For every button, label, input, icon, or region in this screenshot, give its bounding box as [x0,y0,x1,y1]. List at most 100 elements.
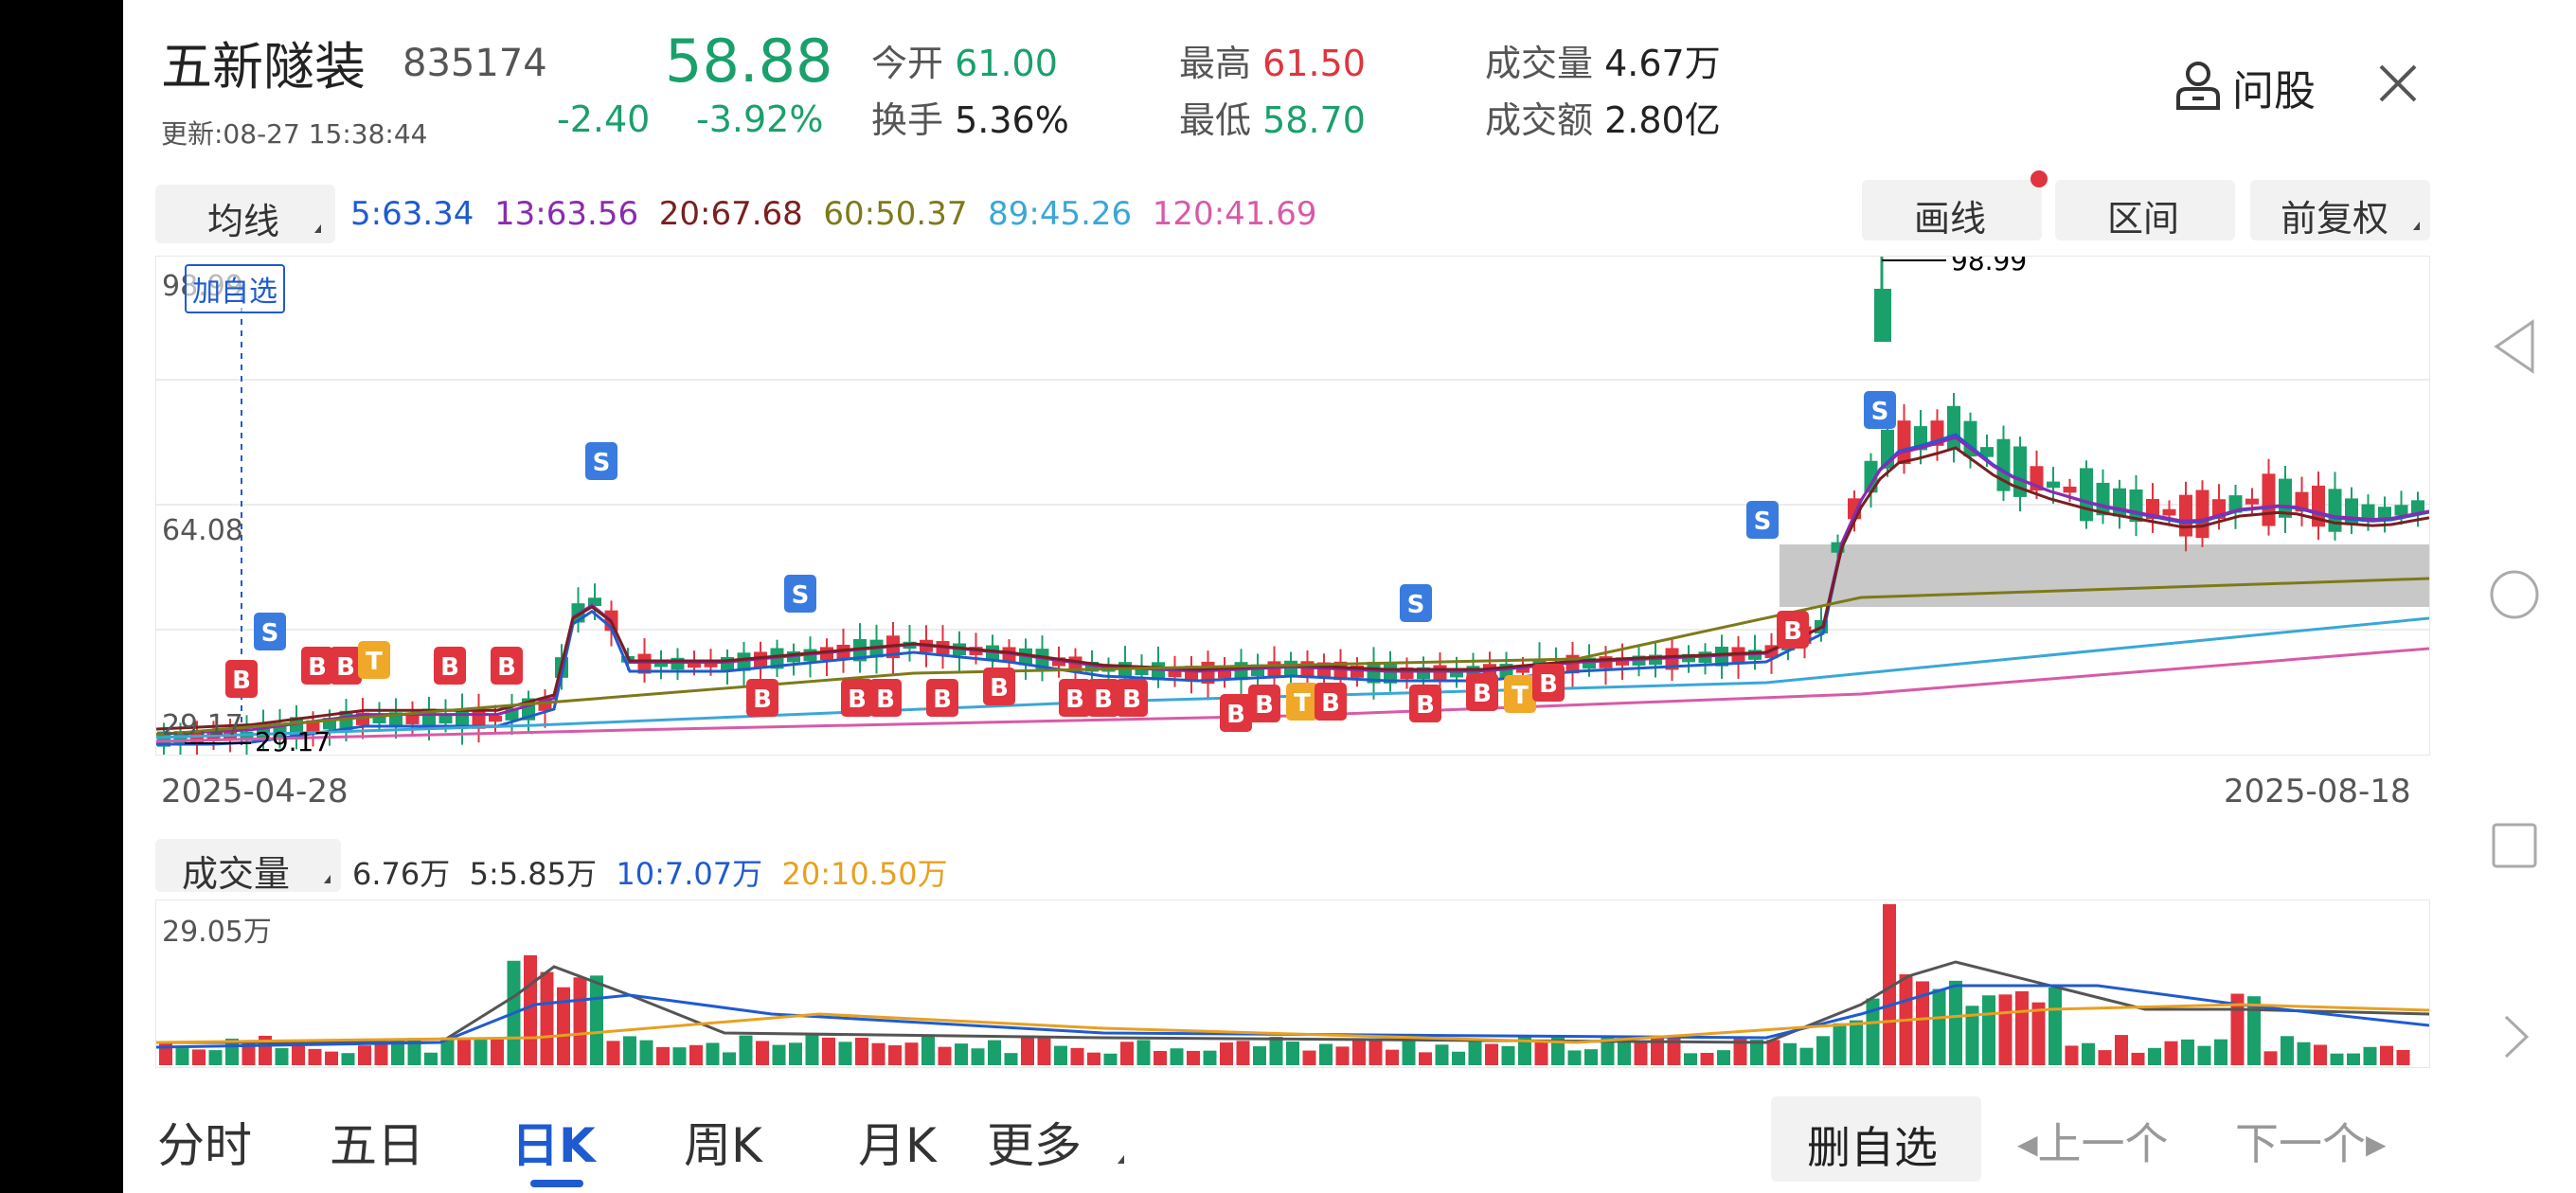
volume-bar [756,1041,769,1065]
volume-bar [1452,1051,1465,1065]
system-nav-bar [2453,0,2576,1193]
volume-bar [573,977,587,1065]
volume-bar [457,1039,471,1065]
volume-bar [341,1053,355,1065]
volume-bar [2314,1044,2327,1065]
candle-body [2262,473,2276,526]
draw-line-button[interactable]: 画线 [1862,180,2042,240]
stat-volume: 成交量 4.67万 [1485,43,1721,84]
volume-bar [2297,1042,2311,1065]
volume-bar [1949,980,1962,1065]
volume-bar [789,1042,802,1065]
volume-bar [2082,1042,2095,1065]
volume-bar [1684,1053,1697,1065]
signal-badge-label: B [1783,617,1802,646]
volume-bar [2098,1050,2112,1065]
volume-bar [1982,995,1995,1065]
dropdown-indicator-icon [324,875,331,883]
volume-bar [1932,988,1946,1065]
y-label-bottom: 29.17 [162,709,243,742]
candle-body [2047,481,2060,489]
volume-bar [2065,1045,2079,1065]
volume-bar [838,1042,852,1065]
volume-bar [2347,1053,2360,1065]
next-stock-button[interactable]: 下一个▶ [2235,1110,2387,1172]
volume-bar [590,975,603,1065]
tab-monthly-k[interactable]: 月K [858,1108,937,1176]
stock-name: 五新隧装 [161,37,366,97]
candle-body [2328,489,2342,532]
volume-bar [2396,1050,2410,1065]
volume-bar [1352,1038,1366,1065]
volume-bar [1567,1050,1582,1065]
volume-bar [904,1042,919,1065]
ma5-value: 5:63.34 [350,195,474,233]
volume-bar [2115,1035,2128,1065]
close-icon[interactable] [2377,62,2419,104]
volume-bar [1120,1042,1134,1065]
range-button[interactable]: 区间 [2055,180,2235,240]
volume-bar [1335,1046,1350,1065]
volume-selector[interactable]: 成交量 [155,839,341,895]
volume-ma20: 20:10.50万 [781,856,948,892]
kline-chart[interactable]: 98.99 29.17 B S B B T B B S B S B B B B B B B B B T B S B B T B S B S … [155,256,2430,756]
ma-selector[interactable]: 均线 [155,185,335,243]
volume-bar [606,1041,620,1065]
recents-icon[interactable] [2491,822,2538,869]
volume-bar [1501,1045,1515,1065]
signal-badge-label: S [792,581,810,610]
volume-bar [2197,1045,2211,1065]
last-price: 58.88 [665,27,833,96]
volume-bar [175,1048,189,1065]
signal-badge-label: S [1754,507,1772,536]
volume-bar [2148,1047,2161,1065]
volume-chart[interactable]: 29.05万 [155,899,2430,1068]
candle-body [1874,289,1891,342]
volume-bar [1435,1044,1449,1065]
volume-bar [1850,1020,1863,1065]
volume-bar [2380,1045,2393,1065]
chevron-right-icon[interactable] [2502,1013,2531,1060]
adjust-selector[interactable]: 前复权 [2250,180,2430,240]
volume-bar [871,1042,886,1065]
volume-bar [639,1040,653,1065]
tab-weekly-k[interactable]: 周K [684,1108,762,1176]
signal-badge-label: B [933,686,952,714]
signal-badge-label: B [308,653,327,682]
tab-intraday[interactable]: 分时 [157,1108,252,1176]
tab-daily-k[interactable]: 日K [511,1108,596,1176]
remove-watch-button[interactable]: 删自选 [1771,1096,1981,1182]
signal-badge-label: S [1871,398,1889,426]
volume-bar [1634,1042,1648,1065]
tab-more[interactable]: 更多 [987,1108,1082,1176]
volume-bar [772,1044,786,1065]
volume-bar [1154,1051,1167,1065]
volume-bar [855,1037,868,1065]
signal-badge-label: S [1407,591,1425,619]
volume-bar [275,1048,289,1065]
volume-bar [491,1039,504,1065]
volume-bar [1402,1041,1416,1065]
volume-bar [1070,1047,1084,1065]
volume-bar [921,1036,935,1065]
home-icon[interactable] [2488,568,2541,621]
prev-stock-button[interactable]: ◀上一个 [2017,1110,2169,1172]
candle-body [2179,494,2192,537]
signal-badge-label: B [1321,689,1340,718]
kline-canvas: 98.9929.17BSB B T B BSBSB B B B B B BB B T BSB B T BSBS [156,257,2429,755]
volume-bar [557,987,570,1065]
volume-bar [1286,1042,1299,1065]
volume-bar [805,1035,819,1065]
add-watch-tag[interactable]: 加自选 [185,264,285,313]
candle-body [1433,665,1447,682]
volume-bar [1054,1045,1067,1065]
tab-five-day[interactable]: 五日 [330,1108,424,1176]
volume-bar [1302,1050,1316,1065]
volume-bar [1799,1047,1814,1065]
volume-ma5: 5:5.85万 [469,856,598,892]
back-icon[interactable] [2491,318,2538,375]
low-mark: 29.17 [255,726,331,755]
volume-bar [706,1042,720,1065]
price-change: -2.40 [557,98,651,140]
signal-badge-label: B [440,653,459,682]
